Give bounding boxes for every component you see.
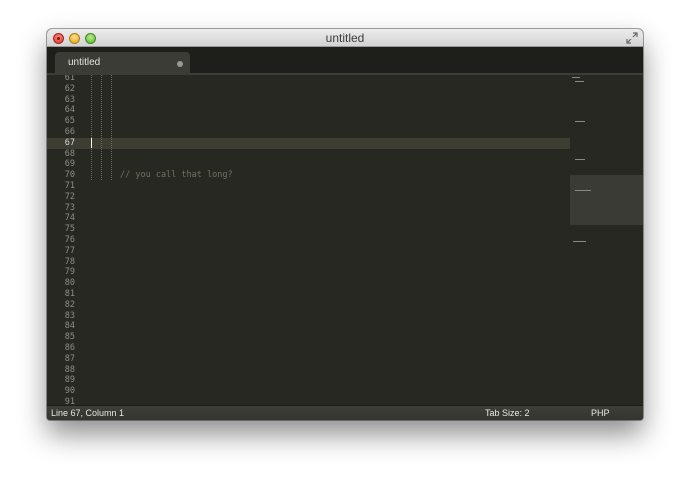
line-number: 86: [64, 343, 75, 353]
line-number: 72: [64, 191, 75, 202]
minimap-line: [572, 77, 580, 78]
line-number-gutter[interactable]: 61 62 63 64 65 66 67 68 69 70 71 72 73 74 75 76 77 78 79 80…: [47, 75, 75, 405]
syntax-selector[interactable]: PHP: [591, 408, 610, 418]
minimap-line: [573, 241, 586, 242]
line-number: 90: [64, 386, 75, 397]
line-number: 77: [64, 245, 75, 256]
fullscreen-icon[interactable]: [626, 32, 638, 44]
tab-size-selector[interactable]: Tab Size: 2: [485, 408, 530, 418]
title-bar[interactable]: untitled: [47, 29, 643, 47]
line-number: 76: [64, 235, 75, 245]
minimap-line: [575, 190, 591, 191]
line-number: 82: [64, 299, 75, 310]
line-number: 89: [64, 375, 75, 386]
indent-guide: [91, 75, 92, 180]
line-number: 65: [64, 116, 75, 127]
line-number: 62: [64, 83, 75, 94]
line-number: 71: [64, 181, 75, 191]
line-number: 63: [64, 94, 75, 105]
line-number: 64: [64, 105, 75, 116]
code-comment[interactable]: // you call that long?: [120, 170, 233, 181]
minimap-line: [575, 81, 584, 82]
line-number: 91: [64, 397, 75, 405]
cursor-position: Line 67, Column 1: [51, 408, 125, 418]
line-number: 81: [64, 289, 75, 299]
line-number: 78: [64, 256, 75, 267]
line-number: 79: [64, 267, 75, 278]
line-number: 67: [64, 137, 75, 148]
line-number: 87: [64, 353, 75, 364]
line-number: 69: [64, 159, 75, 170]
line-number: 85: [64, 332, 75, 343]
tab-label: untitled: [68, 57, 101, 68]
window-title: untitled: [325, 31, 365, 45]
text-caret: [91, 138, 92, 149]
tab-close-icon[interactable]: [177, 61, 183, 67]
line-number: 61: [64, 75, 75, 83]
indent-guide: [111, 75, 112, 180]
minimap[interactable]: [570, 75, 643, 405]
line-number: 80: [64, 278, 75, 289]
line-number: 70: [64, 170, 75, 181]
tab-untitled[interactable]: untitled: [55, 52, 190, 75]
line-number: 83: [64, 310, 75, 321]
line-number: 66: [64, 127, 75, 137]
line-number: 74: [64, 213, 75, 224]
code-editor[interactable]: 61 62 63 64 65 66 67 68 69 70 71 72 73 74 75 76 77 78 79 80…: [47, 75, 643, 405]
line-number: 84: [64, 321, 75, 332]
tab-bar: untitled: [47, 47, 643, 75]
line-number: 75: [64, 224, 75, 235]
line-number: 68: [64, 148, 75, 159]
line-number: 73: [64, 202, 75, 213]
editor-window: untitled untitled 61 62 63 64 65 66 67 68 69 70 71…: [47, 29, 643, 420]
indent-guide: [101, 75, 102, 180]
minimap-line: [575, 159, 585, 160]
minimap-viewport[interactable]: [570, 175, 643, 225]
current-line-highlight: [47, 137, 570, 149]
status-bar: Line 67, Column 1 Tab Size: 2 PHP: [47, 405, 643, 420]
minimap-line: [575, 121, 585, 122]
line-number: 88: [64, 364, 75, 375]
